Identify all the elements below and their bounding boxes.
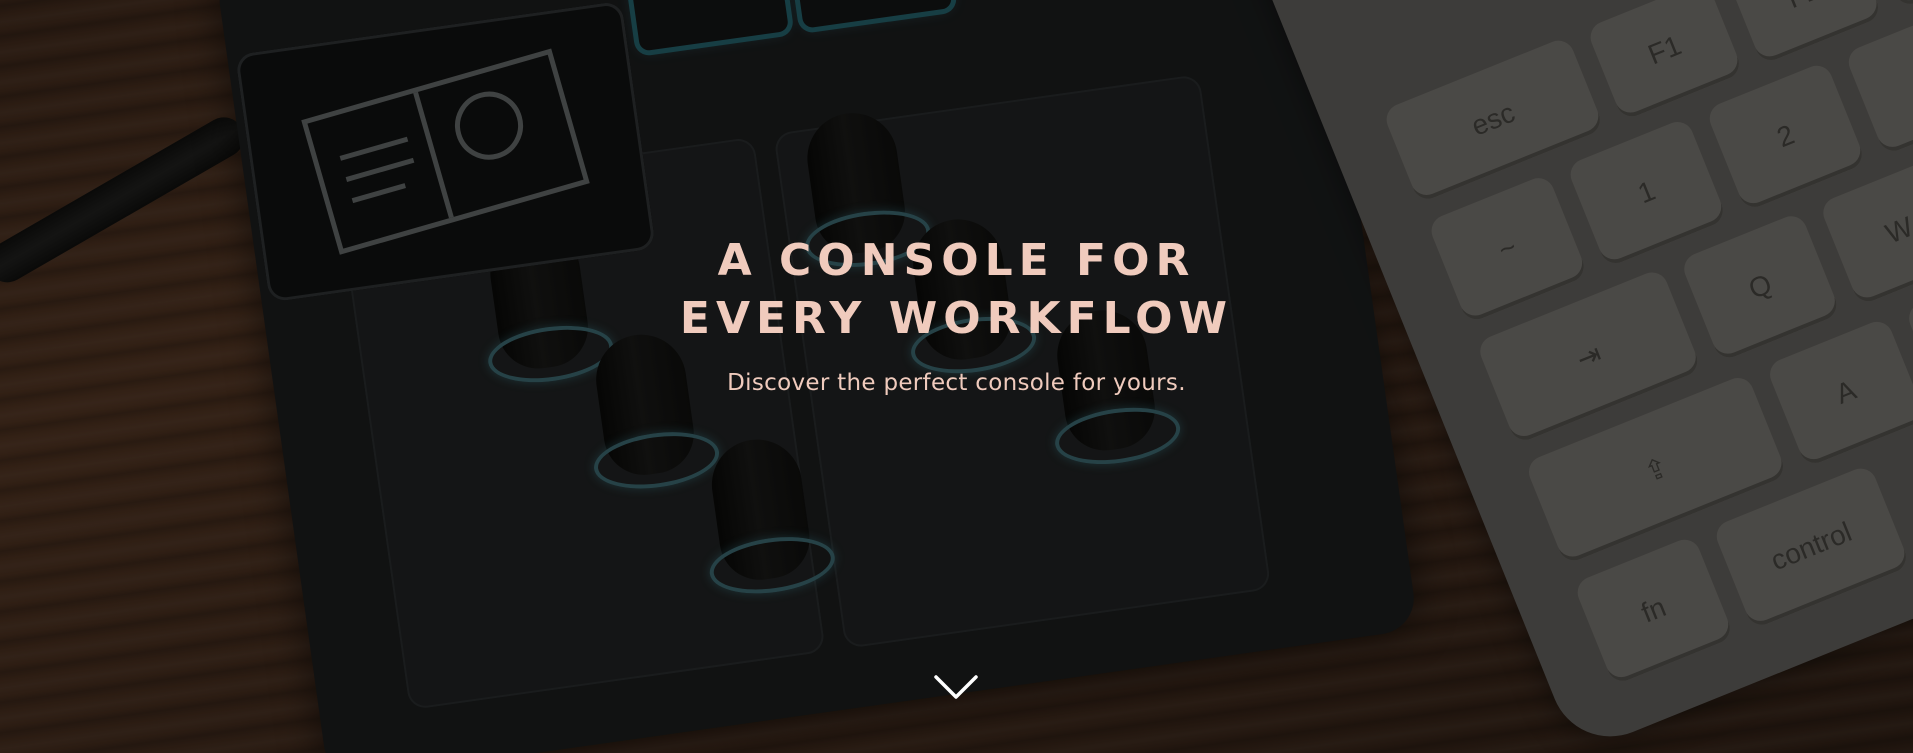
chevron-down-icon[interactable] [933, 673, 979, 701]
headline-line-1: A CONSOLE FOR [717, 235, 1196, 286]
hero-section: esc F1 F2 F3 F4 ~ 1 2 3 ⇥ Q W ⇪ A S fn c… [0, 0, 1913, 753]
scroll-down-button[interactable] [932, 672, 980, 702]
hero-headline: A CONSOLE FOR EVERY WORKFLOW [0, 232, 1913, 348]
headline-line-2: EVERY WORKFLOW [679, 293, 1234, 344]
hero-subtitle: Discover the perfect console for yours. [727, 370, 1186, 396]
hero-content: A CONSOLE FOR EVERY WORKFLOW Discover th… [0, 0, 1913, 753]
